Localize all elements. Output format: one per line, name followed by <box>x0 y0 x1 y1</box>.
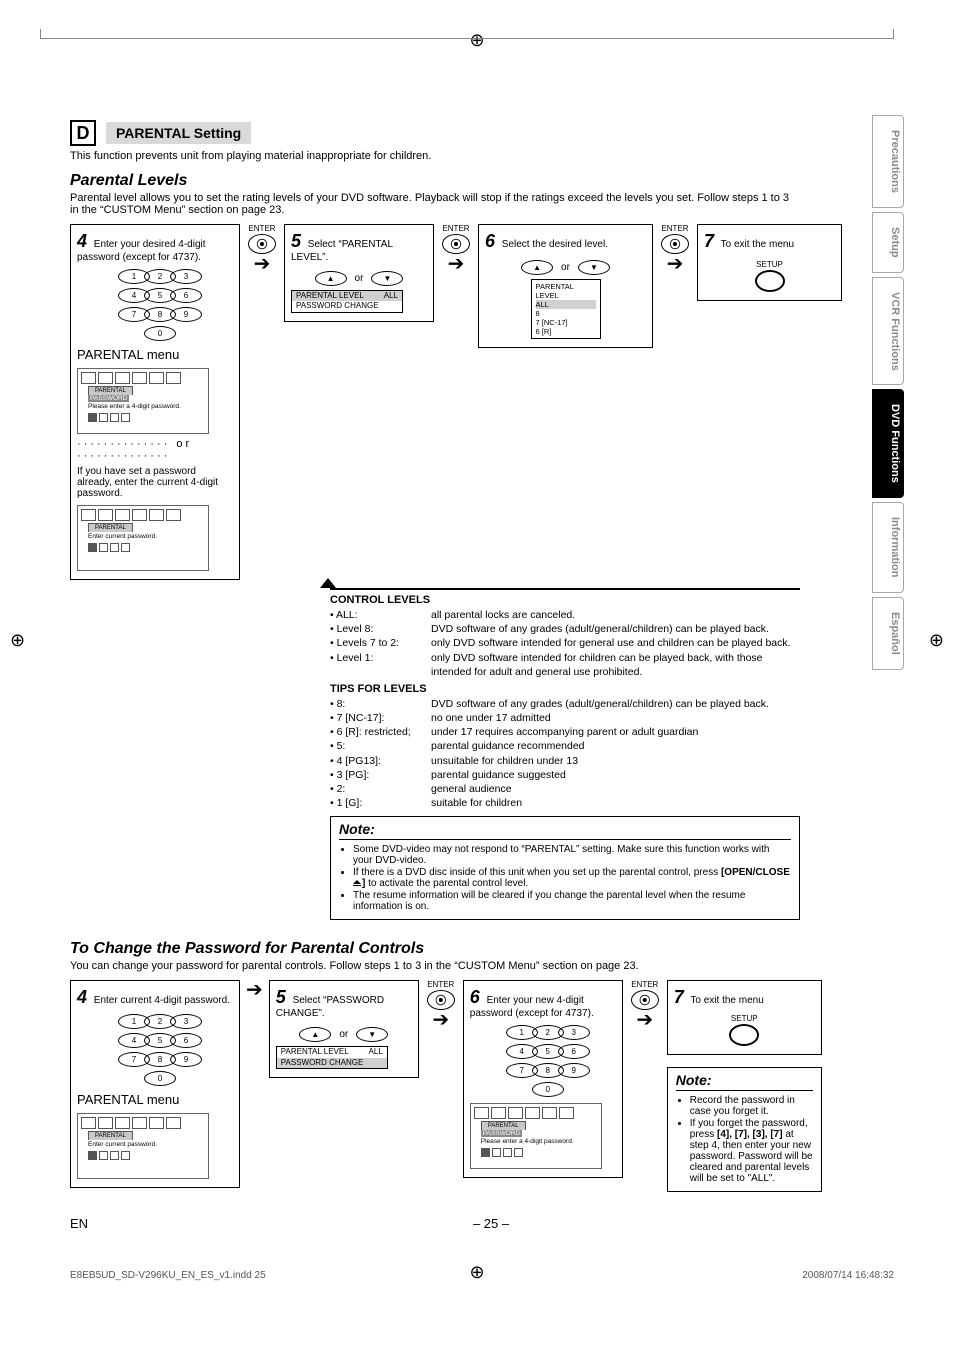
step-6a: 6 Select the desired level. ▲ or ▼ PAREN… <box>478 224 653 348</box>
step-4a-alt-text: If you have set a password already, ente… <box>77 466 233 499</box>
step-7a: 7 To exit the menu SETUP <box>697 224 842 301</box>
osd-password-2: PARENTAL Enter current password. <box>77 505 209 571</box>
osd-password-3: PARENTAL Enter current password. <box>77 1113 209 1179</box>
menu-password-change: PARENTAL LEVELALL PASSWORD CHANGE <box>276 1046 388 1069</box>
note-b-item: If you forget the password, press [4], [… <box>690 1118 813 1184</box>
section-letter: D <box>70 120 96 146</box>
register-mark-left: ⊕ <box>10 630 25 651</box>
numpad-icon: 123 456 789 0 <box>77 1014 233 1086</box>
page: ⊕ ⊕ ⊕ Precautions Setup VCR Functions DV… <box>0 0 954 1351</box>
enter-button-icon: ⦿ <box>442 234 470 254</box>
setup-button-icon <box>729 1024 759 1046</box>
down-button-icon: ▼ <box>578 260 610 275</box>
tips-list: • 8:DVD software of any grades (adult/ge… <box>330 697 800 810</box>
note-a-item: If there is a DVD disc inside of this un… <box>353 867 791 889</box>
section-title: PARENTAL Setting <box>106 122 251 144</box>
imprint-timestamp: 2008/07/14 16:48:32 <box>802 1270 894 1281</box>
note-a-item: Some DVD-video may not respond to “PAREN… <box>353 844 791 866</box>
arrow-6-7a: ENTER ⦿ ➔ <box>661 224 689 274</box>
arrow-5-6b: ENTER ⦿ ➔ <box>427 980 455 1030</box>
change-password-section: To Change the Password for Parental Cont… <box>70 940 914 1192</box>
imprint-line: E8EB5UD_SD-V296KU_EN_ES_v1.indd 25 2008/… <box>70 1270 894 1281</box>
note-box-a: Note: Some DVD-video may not respond to … <box>330 816 800 920</box>
numpad-icon: 123 456 789 0 <box>470 1025 616 1097</box>
step-4a-text: Enter your desired 4-digit password (exc… <box>77 239 206 263</box>
osd-password-4: PARENTAL PASSWORD Please enter a 4-digit… <box>470 1103 602 1169</box>
note-a-item: The resume information will be cleared i… <box>353 890 791 912</box>
change-password-intro: You can change your password for parenta… <box>70 960 790 972</box>
section-intro: This function prevents unit from playing… <box>70 150 770 162</box>
enter-button-icon: ⦿ <box>631 990 659 1010</box>
down-button-icon: ▼ <box>371 271 403 286</box>
arrow-5-6a: ENTER ⦿ ➔ <box>442 224 470 274</box>
down-button-icon: ▼ <box>356 1027 388 1042</box>
arrow-4-5a: ENTER ⦿ ➔ <box>248 224 276 274</box>
numpad-icon: 123 456 789 0 <box>77 269 233 341</box>
or-divider: ·············· or ·············· <box>77 438 257 462</box>
up-button-icon: ▲ <box>521 260 553 275</box>
steps-row-b: 4 Enter current 4-digit password. 123 45… <box>70 980 914 1192</box>
up-button-icon: ▲ <box>315 271 347 286</box>
step-4b: 4 Enter current 4-digit password. 123 45… <box>70 980 240 1188</box>
change-password-heading: To Change the Password for Parental Cont… <box>70 940 914 958</box>
note-box-b: Note: Record the password in case you fo… <box>667 1067 822 1192</box>
steps-row-a: 4 Enter your desired 4-digit password (e… <box>70 224 914 580</box>
control-levels-list: • ALL:all parental locks are canceled. •… <box>330 608 800 679</box>
step-7b: 7 To exit the menu SETUP <box>667 980 822 1055</box>
parental-menu-label-b: PARENTAL menu <box>77 1092 233 1107</box>
up-button-icon: ▲ <box>299 1027 331 1042</box>
tips-heading: TIPS FOR LEVELS <box>330 683 800 695</box>
footer-lang: EN <box>70 1216 88 1231</box>
imprint-file: E8EB5UD_SD-V296KU_EN_ES_v1.indd 25 <box>70 1270 266 1281</box>
enter-button-icon: ⦿ <box>427 990 455 1010</box>
osd-password-1: PARENTAL PASSWORD Please enter a 4-digit… <box>77 368 209 434</box>
step-6b: 6 Enter your new 4-digit password (excep… <box>463 980 623 1178</box>
crop-mark-top <box>40 38 894 49</box>
menu-parental-level: PARENTAL LEVELALL PASSWORD CHANGE <box>291 290 403 313</box>
step-7b-column: 7 To exit the menu SETUP Note: Record th… <box>667 980 822 1192</box>
note-heading-b: Note: <box>676 1072 813 1091</box>
section-header: D PARENTAL Setting <box>70 120 914 146</box>
step-4a-num: 4 <box>77 231 87 251</box>
parental-levels-heading: Parental Levels <box>70 172 914 190</box>
arrow-6-7b: ENTER ⦿ ➔ <box>631 980 659 1030</box>
enter-button-icon: ⦿ <box>248 234 276 254</box>
enter-button-icon: ⦿ <box>661 234 689 254</box>
control-levels-heading: CONTROL LEVELS <box>330 594 800 606</box>
eject-icon <box>353 880 362 887</box>
step-5b: 5 Select “PASSWORD CHANGE”. ▲ or ▼ PAREN… <box>269 980 419 1078</box>
setup-button-icon <box>755 270 785 292</box>
control-levels-section: CONTROL LEVELS • ALL:all parental locks … <box>330 588 800 920</box>
page-footer: EN – 25 – <box>70 1216 894 1231</box>
content-area: D PARENTAL Setting This function prevent… <box>70 120 914 1192</box>
step-4a: 4 Enter your desired 4-digit password (e… <box>70 224 240 580</box>
parental-levels-intro: Parental level allows you to set the rat… <box>70 192 790 216</box>
note-b-item: Record the password in case you forget i… <box>690 1095 813 1117</box>
note-heading-a: Note: <box>339 821 791 840</box>
step-5a: 5 Select “PARENTAL LEVEL”. ▲ or ▼ PARENT… <box>284 224 434 322</box>
footer-page-number: – 25 – <box>473 1216 509 1231</box>
arrow-4-5b: ➔ <box>248 980 261 1000</box>
parental-level-list: PARENTAL LEVEL ALL 8 7 [NC-17] 6 [R] <box>531 279 601 339</box>
register-mark-right: ⊕ <box>929 630 944 651</box>
parental-menu-label-a: PARENTAL menu <box>77 347 233 362</box>
